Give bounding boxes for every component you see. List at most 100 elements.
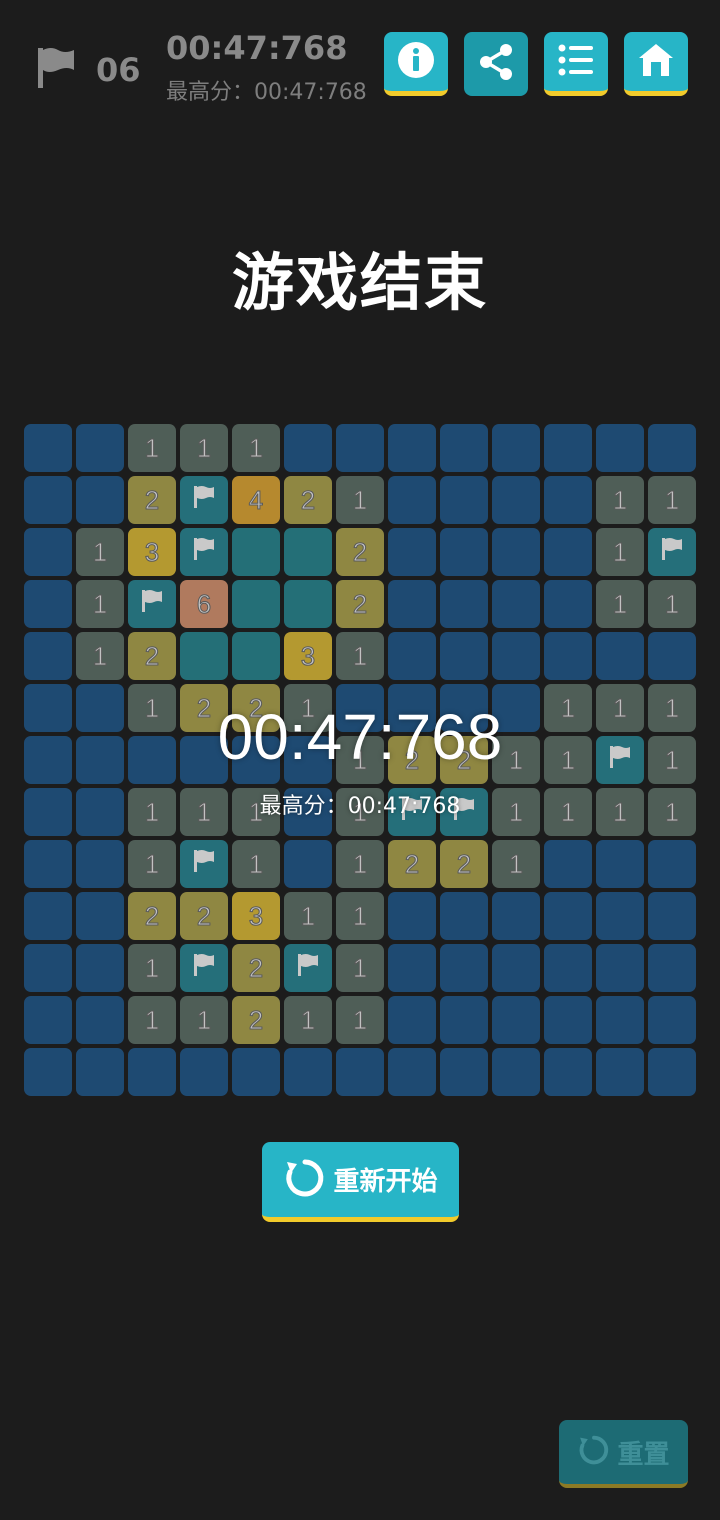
hidden-cell[interactable] [492, 1048, 540, 1096]
hidden-cell[interactable] [388, 476, 436, 524]
hidden-cell[interactable] [24, 892, 72, 940]
hidden-cell[interactable] [24, 424, 72, 472]
hidden-cell[interactable] [492, 996, 540, 1044]
hidden-cell[interactable] [440, 892, 488, 940]
home-button[interactable] [624, 32, 688, 96]
hidden-cell[interactable] [648, 840, 696, 888]
share-button[interactable] [464, 32, 528, 96]
flagged-cell[interactable] [180, 528, 228, 576]
flagged-cell[interactable] [128, 580, 176, 628]
hidden-cell[interactable] [76, 892, 124, 940]
hidden-cell[interactable] [440, 580, 488, 628]
flag-icon [659, 536, 685, 569]
hidden-cell[interactable] [180, 1048, 228, 1096]
hidden-cell[interactable] [440, 1048, 488, 1096]
hidden-cell[interactable] [24, 580, 72, 628]
hidden-cell[interactable] [544, 944, 592, 992]
hidden-cell[interactable] [76, 424, 124, 472]
reset-button[interactable]: 重置 [559, 1420, 688, 1488]
hidden-cell[interactable] [648, 944, 696, 992]
hidden-cell[interactable] [544, 580, 592, 628]
hidden-cell[interactable] [76, 1048, 124, 1096]
hidden-cell[interactable] [648, 1048, 696, 1096]
flagged-cell[interactable] [180, 840, 228, 888]
hidden-cell[interactable] [24, 944, 72, 992]
hidden-cell[interactable] [24, 996, 72, 1044]
hidden-cell[interactable] [596, 632, 644, 680]
hidden-cell[interactable] [492, 580, 540, 628]
hidden-cell[interactable] [388, 632, 436, 680]
hidden-cell[interactable] [492, 944, 540, 992]
hidden-cell[interactable] [440, 528, 488, 576]
hidden-cell[interactable] [440, 996, 488, 1044]
number-cell: 1 [492, 840, 540, 888]
flagged-cell[interactable] [180, 476, 228, 524]
hidden-cell[interactable] [232, 1048, 280, 1096]
flagged-cell[interactable] [284, 944, 332, 992]
leaderboard-button[interactable] [544, 32, 608, 96]
flagged-cell[interactable] [180, 944, 228, 992]
hidden-cell[interactable] [596, 996, 644, 1044]
hidden-cell[interactable] [544, 892, 592, 940]
info-button[interactable] [384, 32, 448, 96]
final-best-score: 最高分：00:47:768 [259, 794, 461, 819]
hidden-cell[interactable] [544, 840, 592, 888]
hidden-cell[interactable] [492, 632, 540, 680]
number-cell: 2 [336, 528, 384, 576]
hidden-cell[interactable] [544, 996, 592, 1044]
empty-cell [232, 580, 280, 628]
hidden-cell[interactable] [388, 944, 436, 992]
hidden-cell[interactable] [76, 944, 124, 992]
hidden-cell[interactable] [284, 840, 332, 888]
hidden-cell[interactable] [128, 1048, 176, 1096]
hidden-cell[interactable] [24, 1048, 72, 1096]
hidden-cell[interactable] [596, 944, 644, 992]
hidden-cell[interactable] [388, 996, 436, 1044]
number-cell: 6 [180, 580, 228, 628]
flag-icon [191, 536, 217, 569]
flagged-cell[interactable] [648, 528, 696, 576]
hidden-cell[interactable] [76, 476, 124, 524]
hidden-cell[interactable] [24, 476, 72, 524]
hidden-cell[interactable] [336, 424, 384, 472]
hidden-cell[interactable] [596, 840, 644, 888]
hidden-cell[interactable] [24, 528, 72, 576]
hidden-cell[interactable] [492, 424, 540, 472]
hidden-cell[interactable] [492, 892, 540, 940]
hidden-cell[interactable] [596, 424, 644, 472]
number-cell: 2 [284, 476, 332, 524]
hidden-cell[interactable] [76, 996, 124, 1044]
restart-button[interactable]: 重新开始 [262, 1142, 459, 1222]
hidden-cell[interactable] [440, 632, 488, 680]
number-cell: 2 [232, 944, 280, 992]
hidden-cell[interactable] [544, 476, 592, 524]
hidden-cell[interactable] [648, 996, 696, 1044]
hidden-cell[interactable] [492, 476, 540, 524]
hidden-cell[interactable] [544, 528, 592, 576]
hidden-cell[interactable] [544, 1048, 592, 1096]
hidden-cell[interactable] [440, 476, 488, 524]
hidden-cell[interactable] [596, 1048, 644, 1096]
hidden-cell[interactable] [544, 632, 592, 680]
hidden-cell[interactable] [24, 632, 72, 680]
hidden-cell[interactable] [388, 1048, 436, 1096]
hidden-cell[interactable] [388, 424, 436, 472]
hidden-cell[interactable] [284, 424, 332, 472]
hidden-cell[interactable] [388, 892, 436, 940]
hidden-cell[interactable] [492, 528, 540, 576]
hidden-cell[interactable] [596, 892, 644, 940]
hidden-cell[interactable] [24, 840, 72, 888]
hidden-cell[interactable] [284, 1048, 332, 1096]
flag-icon [139, 588, 165, 621]
hidden-cell[interactable] [648, 424, 696, 472]
hidden-cell[interactable] [388, 528, 436, 576]
hidden-cell[interactable] [336, 1048, 384, 1096]
flag-count: 06 [96, 51, 141, 89]
hidden-cell[interactable] [440, 424, 488, 472]
hidden-cell[interactable] [440, 944, 488, 992]
hidden-cell[interactable] [648, 632, 696, 680]
hidden-cell[interactable] [648, 892, 696, 940]
hidden-cell[interactable] [388, 580, 436, 628]
hidden-cell[interactable] [76, 840, 124, 888]
hidden-cell[interactable] [544, 424, 592, 472]
